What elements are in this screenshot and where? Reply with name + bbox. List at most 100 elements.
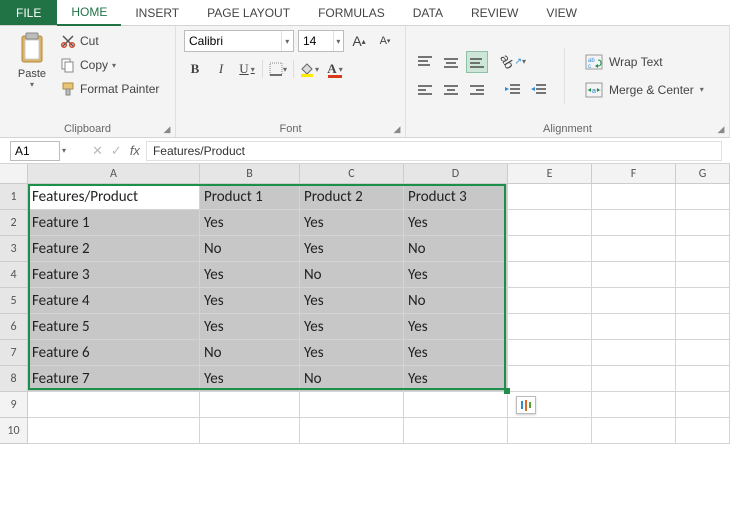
cell-B10[interactable] bbox=[200, 418, 300, 444]
cell-A5[interactable]: Feature 4 bbox=[28, 288, 200, 314]
cell-F4[interactable] bbox=[592, 262, 676, 288]
cell-B8[interactable]: Yes bbox=[200, 366, 300, 392]
underline-button[interactable]: U▾ bbox=[236, 58, 258, 80]
column-header-G[interactable]: G bbox=[676, 164, 730, 183]
cut-button[interactable]: Cut bbox=[60, 30, 159, 52]
cell-C1[interactable]: Product 2 bbox=[300, 184, 404, 210]
cell-C8[interactable]: No bbox=[300, 366, 404, 392]
tab-view[interactable]: VIEW bbox=[532, 0, 591, 25]
row-header-8[interactable]: 8 bbox=[0, 366, 28, 392]
cell-C10[interactable] bbox=[300, 418, 404, 444]
cell-F2[interactable] bbox=[592, 210, 676, 236]
bold-button[interactable]: B bbox=[184, 58, 206, 80]
row-header-9[interactable]: 9 bbox=[0, 392, 28, 418]
cell-D4[interactable]: Yes bbox=[404, 262, 508, 288]
align-center-button[interactable] bbox=[440, 79, 462, 101]
align-bottom-button[interactable] bbox=[466, 51, 488, 73]
cell-F6[interactable] bbox=[592, 314, 676, 340]
merge-center-button[interactable]: a Merge & Center ▾ bbox=[579, 79, 710, 101]
borders-button[interactable]: ▾ bbox=[267, 58, 289, 80]
cell-G4[interactable] bbox=[676, 262, 730, 288]
cell-B4[interactable]: Yes bbox=[200, 262, 300, 288]
row-header-6[interactable]: 6 bbox=[0, 314, 28, 340]
font-name-combo[interactable]: ▾ bbox=[184, 30, 294, 52]
cell-E2[interactable] bbox=[508, 210, 592, 236]
dialog-launcher-icon[interactable]: ◢ bbox=[715, 123, 727, 135]
cell-B3[interactable]: No bbox=[200, 236, 300, 262]
cell-B6[interactable]: Yes bbox=[200, 314, 300, 340]
decrease-indent-button[interactable] bbox=[502, 79, 524, 101]
cell-D1[interactable]: Product 3 bbox=[404, 184, 508, 210]
align-right-button[interactable] bbox=[466, 79, 488, 101]
cell-A6[interactable]: Feature 5 bbox=[28, 314, 200, 340]
cell-C2[interactable]: Yes bbox=[300, 210, 404, 236]
cell-B1[interactable]: Product 1 bbox=[200, 184, 300, 210]
cell-D5[interactable]: No bbox=[404, 288, 508, 314]
cell-B5[interactable]: Yes bbox=[200, 288, 300, 314]
cell-B2[interactable]: Yes bbox=[200, 210, 300, 236]
increase-font-button[interactable]: A▴ bbox=[348, 30, 370, 52]
column-header-F[interactable]: F bbox=[592, 164, 676, 183]
row-header-2[interactable]: 2 bbox=[0, 210, 28, 236]
cell-C6[interactable]: Yes bbox=[300, 314, 404, 340]
cell-C4[interactable]: No bbox=[300, 262, 404, 288]
tab-formulas[interactable]: FORMULAS bbox=[304, 0, 399, 25]
cell-D6[interactable]: Yes bbox=[404, 314, 508, 340]
row-header-10[interactable]: 10 bbox=[0, 418, 28, 444]
cell-G1[interactable] bbox=[676, 184, 730, 210]
cell-D10[interactable] bbox=[404, 418, 508, 444]
font-name-input[interactable] bbox=[185, 34, 281, 48]
cell-A10[interactable] bbox=[28, 418, 200, 444]
row-header-5[interactable]: 5 bbox=[0, 288, 28, 314]
cell-C9[interactable] bbox=[300, 392, 404, 418]
cell-F1[interactable] bbox=[592, 184, 676, 210]
select-all-corner[interactable] bbox=[0, 164, 28, 183]
cell-B7[interactable]: No bbox=[200, 340, 300, 366]
column-header-B[interactable]: B bbox=[200, 164, 300, 183]
chevron-down-icon[interactable]: ▾ bbox=[333, 31, 343, 51]
cell-D8[interactable]: Yes bbox=[404, 366, 508, 392]
cell-D7[interactable]: Yes bbox=[404, 340, 508, 366]
cell-A4[interactable]: Feature 3 bbox=[28, 262, 200, 288]
cell-A7[interactable]: Feature 6 bbox=[28, 340, 200, 366]
cell-E10[interactable] bbox=[508, 418, 592, 444]
row-header-1[interactable]: 1 bbox=[0, 184, 28, 210]
cell-E7[interactable] bbox=[508, 340, 592, 366]
paste-button[interactable]: Paste ▾ bbox=[8, 30, 56, 89]
quick-analysis-button[interactable] bbox=[516, 396, 536, 414]
cell-A3[interactable]: Feature 2 bbox=[28, 236, 200, 262]
italic-button[interactable]: I bbox=[210, 58, 232, 80]
column-header-C[interactable]: C bbox=[300, 164, 404, 183]
dialog-launcher-icon[interactable]: ◢ bbox=[161, 123, 173, 135]
cell-A1[interactable]: Features/Product bbox=[28, 184, 200, 210]
chevron-down-icon[interactable]: ▾ bbox=[281, 31, 293, 51]
cell-F8[interactable] bbox=[592, 366, 676, 392]
cell-G2[interactable] bbox=[676, 210, 730, 236]
cell-A9[interactable] bbox=[28, 392, 200, 418]
row-header-4[interactable]: 4 bbox=[0, 262, 28, 288]
copy-button[interactable]: Copy ▾ bbox=[60, 54, 159, 76]
row-header-7[interactable]: 7 bbox=[0, 340, 28, 366]
cell-G10[interactable] bbox=[676, 418, 730, 444]
name-box[interactable] bbox=[10, 141, 60, 161]
chevron-down-icon[interactable]: ▾ bbox=[62, 146, 66, 155]
tab-page-layout[interactable]: PAGE LAYOUT bbox=[193, 0, 304, 25]
cell-E5[interactable] bbox=[508, 288, 592, 314]
align-top-button[interactable] bbox=[414, 51, 436, 73]
cell-D3[interactable]: No bbox=[404, 236, 508, 262]
cell-C7[interactable]: Yes bbox=[300, 340, 404, 366]
cell-E8[interactable] bbox=[508, 366, 592, 392]
cell-D2[interactable]: Yes bbox=[404, 210, 508, 236]
column-header-E[interactable]: E bbox=[508, 164, 592, 183]
cell-C3[interactable]: Yes bbox=[300, 236, 404, 262]
cell-F10[interactable] bbox=[592, 418, 676, 444]
cell-A2[interactable]: Feature 1 bbox=[28, 210, 200, 236]
fx-icon[interactable]: fx bbox=[130, 143, 140, 158]
tab-home[interactable]: HOME bbox=[57, 0, 121, 26]
align-middle-button[interactable] bbox=[440, 51, 462, 73]
tab-insert[interactable]: INSERT bbox=[121, 0, 193, 25]
font-size-input[interactable] bbox=[299, 34, 333, 48]
font-size-combo[interactable]: ▾ bbox=[298, 30, 344, 52]
column-header-A[interactable]: A bbox=[28, 164, 200, 183]
format-painter-button[interactable]: Format Painter bbox=[60, 78, 159, 100]
